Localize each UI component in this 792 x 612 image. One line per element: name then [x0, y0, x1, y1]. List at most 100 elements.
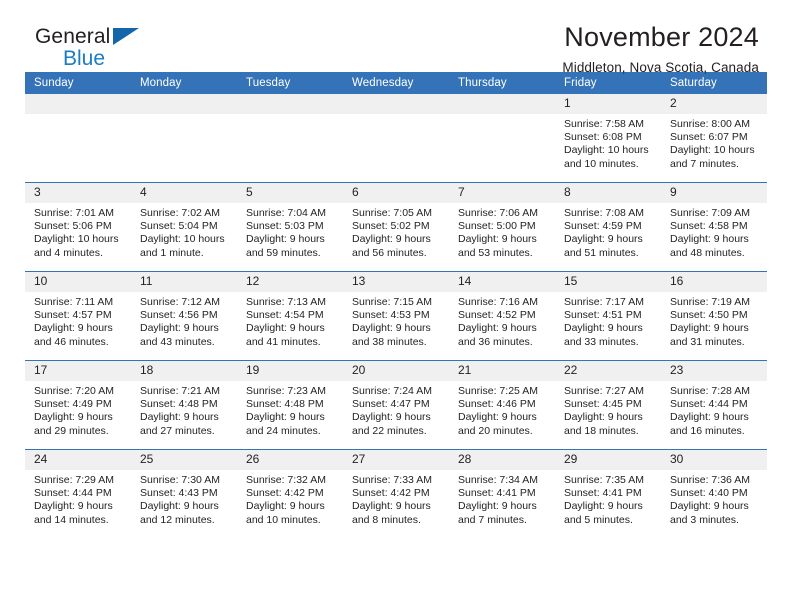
- day-number: 29: [555, 450, 661, 470]
- calendar-day-cell[interactable]: 4 Sunrise: 7:02 AM Sunset: 5:04 PM Daylight…: [131, 182, 237, 272]
- day-number: 1: [555, 94, 661, 114]
- daylight-text: Daylight: 9 hours and 3 minutes.: [670, 500, 749, 526]
- calendar-day-cell[interactable]: 30 Sunrise: 7:36 AM Sunset: 4:40 PM Dayligh…: [661, 449, 767, 538]
- calendar-day-cell[interactable]: 17 Sunrise: 7:20 AM Sunset: 4:49 PM Dayligh…: [25, 360, 131, 450]
- day-number: 4: [131, 183, 237, 203]
- sunrise-text: Sunrise: 7:06 AM: [458, 207, 538, 219]
- sunset-text: Sunset: 4:51 PM: [564, 309, 642, 322]
- calendar-day-cell[interactable]: 21 Sunrise: 7:25 AM Sunset: 4:46 PM Dayligh…: [449, 360, 555, 450]
- daylight-text: Daylight: 9 hours and 12 minutes.: [140, 500, 219, 526]
- weekday-header-row: Sunday Monday Tuesday Wednesday Thursday…: [25, 72, 767, 94]
- calendar-day-cell[interactable]: 28 Sunrise: 7:34 AM Sunset: 4:41 PM Dayligh…: [449, 449, 555, 538]
- daylight-text: Daylight: 9 hours and 5 minutes.: [564, 500, 643, 526]
- day-number: 9: [661, 183, 767, 203]
- calendar-day-cell[interactable]: 16 Sunrise: 7:19 AM Sunset: 4:50 PM Dayligh…: [661, 271, 767, 361]
- day-details: Sunrise: 7:30 AM Sunset: 4:43 PM Daylight:…: [131, 470, 237, 527]
- sunset-text: Sunset: 4:44 PM: [670, 398, 748, 411]
- calendar-day-cell[interactable]: 29 Sunrise: 7:35 AM Sunset: 4:41 PM Dayligh…: [555, 449, 661, 538]
- day-details: Sunrise: 7:36 AM Sunset: 4:40 PM Daylight:…: [661, 470, 767, 527]
- day-number: 7: [449, 183, 555, 203]
- day-number: [131, 94, 237, 114]
- sunset-text: Sunset: 4:46 PM: [458, 398, 536, 411]
- day-number: 14: [449, 272, 555, 292]
- sunrise-text: Sunrise: 7:04 AM: [246, 207, 326, 219]
- sunrise-text: Sunrise: 7:16 AM: [458, 296, 538, 308]
- weekday-header-thursday: Thursday: [449, 72, 555, 94]
- daylight-text: Daylight: 9 hours and 51 minutes.: [564, 233, 643, 259]
- daylight-text: Daylight: 9 hours and 31 minutes.: [670, 322, 749, 348]
- calendar-grid: Sunday Monday Tuesday Wednesday Thursday…: [25, 72, 767, 538]
- sunrise-text: Sunrise: 7:25 AM: [458, 385, 538, 397]
- calendar-day-cell[interactable]: 27 Sunrise: 7:33 AM Sunset: 4:42 PM Dayligh…: [343, 449, 449, 538]
- calendar-cell-empty: [343, 94, 449, 183]
- daylight-text: Daylight: 9 hours and 33 minutes.: [564, 322, 643, 348]
- day-details: Sunrise: 7:17 AM Sunset: 4:51 PM Daylight:…: [555, 292, 661, 349]
- calendar-day-cell[interactable]: 1 Sunrise: 7:58 AM Sunset: 6:08 PM Daylight…: [555, 94, 661, 183]
- calendar-day-cell[interactable]: 23 Sunrise: 7:28 AM Sunset: 4:44 PM Dayligh…: [661, 360, 767, 450]
- calendar-day-cell[interactable]: 6 Sunrise: 7:05 AM Sunset: 5:02 PM Daylight…: [343, 182, 449, 272]
- calendar-day-cell[interactable]: 14 Sunrise: 7:16 AM Sunset: 4:52 PM Dayligh…: [449, 271, 555, 361]
- calendar-day-cell[interactable]: 22 Sunrise: 7:27 AM Sunset: 4:45 PM Dayligh…: [555, 360, 661, 450]
- daylight-text: Daylight: 9 hours and 48 minutes.: [670, 233, 749, 259]
- calendar-day-cell[interactable]: 25 Sunrise: 7:30 AM Sunset: 4:43 PM Dayligh…: [131, 449, 237, 538]
- day-details: Sunrise: 7:08 AM Sunset: 4:59 PM Daylight:…: [555, 203, 661, 260]
- weekday-header-tuesday: Tuesday: [237, 72, 343, 94]
- day-number: [343, 94, 449, 114]
- calendar-day-cell[interactable]: 19 Sunrise: 7:23 AM Sunset: 4:48 PM Dayligh…: [237, 360, 343, 450]
- day-number: 17: [25, 361, 131, 381]
- sunrise-text: Sunrise: 7:34 AM: [458, 474, 538, 486]
- sunset-text: Sunset: 4:42 PM: [352, 487, 430, 500]
- day-number: 26: [237, 450, 343, 470]
- daylight-text: Daylight: 10 hours and 7 minutes.: [670, 144, 755, 170]
- calendar-day-cell[interactable]: 15 Sunrise: 7:17 AM Sunset: 4:51 PM Dayligh…: [555, 271, 661, 361]
- page-subtitle: Middleton, Nova Scotia, Canada: [562, 60, 759, 76]
- calendar-body: 1 Sunrise: 7:58 AM Sunset: 6:08 PM Daylight…: [25, 94, 767, 538]
- calendar-day-cell[interactable]: 24 Sunrise: 7:29 AM Sunset: 4:44 PM Dayligh…: [25, 449, 131, 538]
- sunrise-text: Sunrise: 7:02 AM: [140, 207, 220, 219]
- sunset-text: Sunset: 5:02 PM: [352, 220, 430, 233]
- calendar-day-cell[interactable]: 9 Sunrise: 7:09 AM Sunset: 4:58 PM Daylight…: [661, 182, 767, 272]
- day-details: Sunrise: 7:16 AM Sunset: 4:52 PM Daylight:…: [449, 292, 555, 349]
- calendar-cell-empty: [131, 94, 237, 183]
- calendar-day-cell[interactable]: 5 Sunrise: 7:04 AM Sunset: 5:03 PM Daylight…: [237, 182, 343, 272]
- sunrise-text: Sunrise: 7:12 AM: [140, 296, 220, 308]
- daylight-text: Daylight: 9 hours and 27 minutes.: [140, 411, 219, 437]
- calendar-week-row: 3 Sunrise: 7:01 AM Sunset: 5:06 PM Daylight…: [25, 182, 767, 272]
- sunrise-text: Sunrise: 7:05 AM: [352, 207, 432, 219]
- day-number: [25, 94, 131, 114]
- day-number: 5: [237, 183, 343, 203]
- day-number: 16: [661, 272, 767, 292]
- calendar-day-cell[interactable]: 20 Sunrise: 7:24 AM Sunset: 4:47 PM Dayligh…: [343, 360, 449, 450]
- calendar-day-cell[interactable]: 3 Sunrise: 7:01 AM Sunset: 5:06 PM Daylight…: [25, 182, 131, 272]
- day-details: Sunrise: 7:58 AM Sunset: 6:08 PM Daylight:…: [555, 114, 661, 171]
- calendar-week-row: 1 Sunrise: 7:58 AM Sunset: 6:08 PM Daylight…: [25, 94, 767, 183]
- day-number: 6: [343, 183, 449, 203]
- daylight-text: Daylight: 10 hours and 10 minutes.: [564, 144, 649, 170]
- sunrise-text: Sunrise: 7:20 AM: [34, 385, 114, 397]
- daylight-text: Daylight: 9 hours and 20 minutes.: [458, 411, 537, 437]
- title-block: November 2024 Middleton, Nova Scotia, Ca…: [562, 22, 759, 75]
- calendar-day-cell[interactable]: 12 Sunrise: 7:13 AM Sunset: 4:54 PM Dayligh…: [237, 271, 343, 361]
- calendar-day-cell[interactable]: 7 Sunrise: 7:06 AM Sunset: 5:00 PM Daylight…: [449, 182, 555, 272]
- calendar-day-cell[interactable]: 18 Sunrise: 7:21 AM Sunset: 4:48 PM Dayligh…: [131, 360, 237, 450]
- sunrise-text: Sunrise: 7:24 AM: [352, 385, 432, 397]
- day-number: 23: [661, 361, 767, 381]
- calendar-day-cell[interactable]: 11 Sunrise: 7:12 AM Sunset: 4:56 PM Dayligh…: [131, 271, 237, 361]
- day-number: 30: [661, 450, 767, 470]
- calendar-day-cell[interactable]: 13 Sunrise: 7:15 AM Sunset: 4:53 PM Dayligh…: [343, 271, 449, 361]
- day-details: Sunrise: 7:19 AM Sunset: 4:50 PM Daylight:…: [661, 292, 767, 349]
- daylight-text: Daylight: 9 hours and 29 minutes.: [34, 411, 113, 437]
- calendar-day-cell[interactable]: 2 Sunrise: 8:00 AM Sunset: 6:07 PM Daylight…: [661, 94, 767, 183]
- sunset-text: Sunset: 4:52 PM: [458, 309, 536, 322]
- day-number: 28: [449, 450, 555, 470]
- daylight-text: Daylight: 9 hours and 36 minutes.: [458, 322, 537, 348]
- calendar-day-cell[interactable]: 10 Sunrise: 7:11 AM Sunset: 4:57 PM Dayligh…: [25, 271, 131, 361]
- calendar-day-cell[interactable]: 26 Sunrise: 7:32 AM Sunset: 4:42 PM Dayligh…: [237, 449, 343, 538]
- sunrise-text: Sunrise: 7:23 AM: [246, 385, 326, 397]
- sunset-text: Sunset: 4:41 PM: [564, 487, 642, 500]
- sunrise-text: Sunrise: 7:15 AM: [352, 296, 432, 308]
- sunrise-text: Sunrise: 7:32 AM: [246, 474, 326, 486]
- day-details: Sunrise: 7:29 AM Sunset: 4:44 PM Daylight:…: [25, 470, 131, 527]
- daylight-text: Daylight: 10 hours and 1 minute.: [140, 233, 225, 259]
- calendar-day-cell[interactable]: 8 Sunrise: 7:08 AM Sunset: 4:59 PM Daylight…: [555, 182, 661, 272]
